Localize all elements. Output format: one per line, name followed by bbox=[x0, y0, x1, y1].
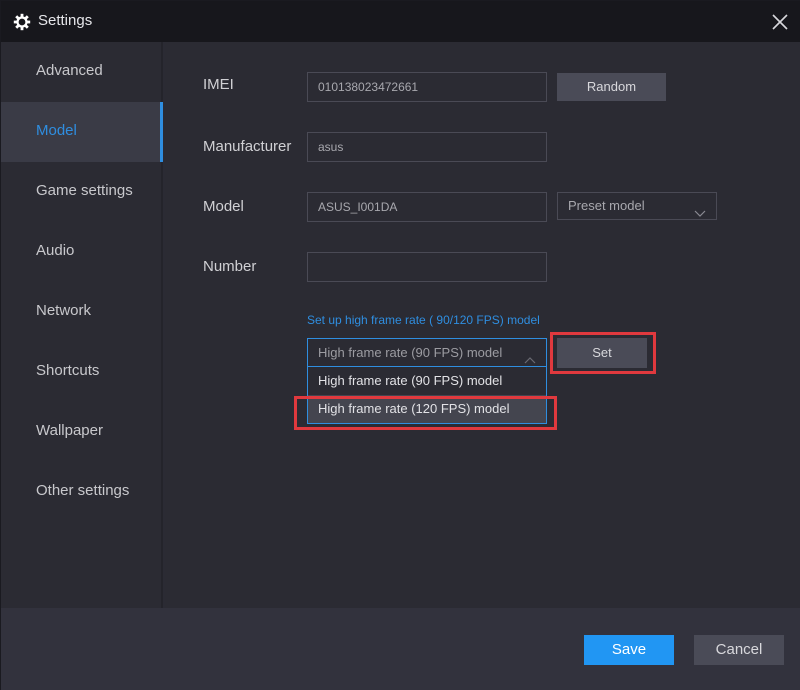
sidebar-item-network[interactable]: Network bbox=[1, 282, 163, 342]
sidebar-item-audio[interactable]: Audio bbox=[1, 222, 163, 282]
sidebar-item-label: Other settings bbox=[36, 482, 130, 499]
settings-sidebar: Advanced Model Game settings Audio Netwo… bbox=[1, 42, 163, 608]
chevron-up-icon bbox=[524, 348, 536, 364]
number-input[interactable] bbox=[307, 252, 547, 282]
preset-model-select[interactable]: Preset model bbox=[557, 192, 717, 220]
sidebar-item-label: Audio bbox=[36, 242, 75, 259]
sidebar-item-label: Model bbox=[36, 122, 77, 139]
imei-label: IMEI bbox=[203, 76, 234, 93]
high-fps-option-90[interactable]: High frame rate (90 FPS) model bbox=[308, 367, 546, 395]
save-button[interactable]: Save bbox=[584, 635, 674, 665]
high-fps-setup-link[interactable]: Set up high frame rate ( 90/120 FPS) mod… bbox=[307, 313, 540, 327]
preset-model-value: Preset model bbox=[568, 198, 645, 213]
sidebar-item-label: Wallpaper bbox=[36, 422, 103, 439]
gear-icon bbox=[13, 13, 31, 31]
sidebar-item-model[interactable]: Model bbox=[1, 102, 163, 162]
window-title: Settings bbox=[38, 12, 93, 29]
set-fps-button[interactable]: Set bbox=[557, 338, 647, 368]
manufacturer-input[interactable]: asus bbox=[307, 132, 547, 162]
random-imei-button[interactable]: Random bbox=[557, 73, 666, 101]
number-label: Number bbox=[203, 258, 257, 275]
manufacturer-label: Manufacturer bbox=[203, 138, 292, 155]
dialog-footer bbox=[1, 608, 800, 690]
high-fps-option-120[interactable]: High frame rate (120 FPS) model bbox=[308, 395, 546, 423]
sidebar-item-label: Game settings bbox=[36, 182, 133, 199]
sidebar-item-game-settings[interactable]: Game settings bbox=[1, 162, 163, 222]
imei-input[interactable]: 010138023472661 bbox=[307, 72, 547, 102]
sidebar-item-wallpaper[interactable]: Wallpaper bbox=[1, 402, 163, 462]
high-fps-select[interactable]: High frame rate (90 FPS) model bbox=[308, 339, 546, 367]
chevron-down-icon bbox=[694, 201, 706, 217]
sidebar-item-other-settings[interactable]: Other settings bbox=[1, 462, 163, 522]
title-bar: Settings bbox=[1, 1, 800, 42]
high-fps-dropdown[interactable]: High frame rate (90 FPS) model High fram… bbox=[307, 338, 547, 424]
sidebar-item-shortcuts[interactable]: Shortcuts bbox=[1, 342, 163, 402]
model-input[interactable]: ASUS_I001DA bbox=[307, 192, 547, 222]
cancel-button[interactable]: Cancel bbox=[694, 635, 784, 665]
high-fps-selected-value: High frame rate (90 FPS) model bbox=[318, 345, 503, 360]
settings-window: Settings Advanced Model Game settings Au… bbox=[0, 0, 800, 690]
close-icon[interactable] bbox=[767, 9, 793, 35]
sidebar-item-label: Advanced bbox=[36, 62, 103, 79]
sidebar-item-label: Shortcuts bbox=[36, 362, 100, 379]
sidebar-item-label: Network bbox=[36, 302, 92, 319]
sidebar-item-advanced[interactable]: Advanced bbox=[1, 42, 163, 102]
model-label: Model bbox=[203, 198, 244, 215]
